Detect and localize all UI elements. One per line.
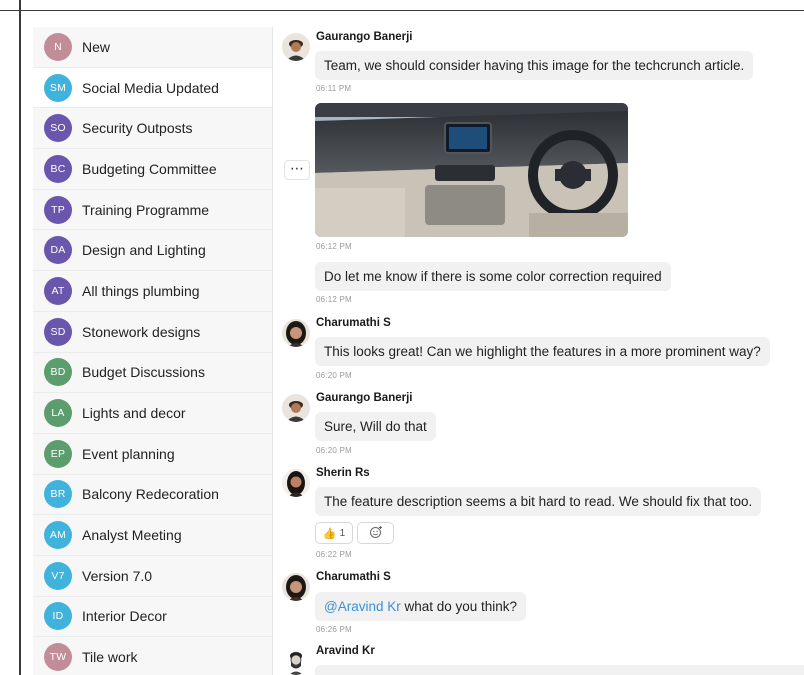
channel-label: Tile work xyxy=(82,649,138,666)
user-avatar[interactable] xyxy=(282,647,310,675)
add-reaction-button[interactable] xyxy=(357,522,394,544)
thumbs-up-icon: 👍 xyxy=(322,527,337,540)
channel-item-security-outposts[interactable]: SO Security Outposts xyxy=(33,108,272,150)
channel-item-training-programme[interactable]: TP Training Programme xyxy=(33,190,272,231)
channel-item-new[interactable]: N New xyxy=(33,27,272,68)
channel-item-stonework-designs[interactable]: SD Stonework designs xyxy=(33,312,272,353)
channel-item-design-and-lighting[interactable]: DA Design and Lighting xyxy=(33,230,272,272)
channel-avatar: TP xyxy=(44,195,72,224)
add-emoji-icon xyxy=(369,525,383,542)
channel-label: Budget Discussions xyxy=(82,364,205,381)
message-time: 06:26 PM xyxy=(316,625,352,634)
channel-label: New xyxy=(82,38,111,55)
window-left-border xyxy=(19,0,21,675)
reaction-count: 1 xyxy=(339,527,346,539)
channel-label: Lights and decor xyxy=(82,405,186,422)
message-time: 06:20 PM xyxy=(316,446,352,455)
sender-name[interactable]: Charumathi S xyxy=(316,317,391,329)
channel-avatar: BR xyxy=(44,480,72,509)
message-thread: Gaurango Banerji Team, we should conside… xyxy=(273,27,804,675)
channel-avatar: TW xyxy=(44,643,72,672)
message-time: 06:11 PM xyxy=(316,84,352,93)
attached-image[interactable] xyxy=(315,103,628,237)
channel-label: Analyst Meeting xyxy=(82,527,182,544)
sender-name[interactable]: Aravind Kr xyxy=(316,645,375,657)
sender-name[interactable]: Charumathi S xyxy=(316,571,391,583)
channel-item-tile-work[interactable]: TW Tile work xyxy=(33,637,272,675)
channel-avatar: SM xyxy=(44,73,72,102)
channel-avatar: V7 xyxy=(44,561,72,590)
channel-label: All things plumbing xyxy=(82,282,200,299)
sender-name[interactable]: Gaurango Banerji xyxy=(316,392,413,404)
user-avatar[interactable] xyxy=(282,319,310,347)
sender-name[interactable]: Gaurango Banerji xyxy=(316,31,413,43)
channel-avatar: SO xyxy=(44,114,72,143)
channel-avatar: AT xyxy=(44,276,72,305)
user-avatar[interactable] xyxy=(282,33,310,61)
channel-avatar: EP xyxy=(44,439,72,468)
channel-list: N New SM Social Media Updated SO Security O… xyxy=(33,27,273,675)
channel-label: Balcony Redecoration xyxy=(82,486,219,503)
channel-avatar: SD xyxy=(44,317,72,346)
channel-item-budget-discussions[interactable]: BD Budget Discussions xyxy=(33,353,272,394)
channel-avatar: N xyxy=(44,32,72,61)
channel-item-event-planning[interactable]: EP Event planning xyxy=(33,434,272,475)
message-bubble[interactable]: The feature description seems a bit hard… xyxy=(315,487,762,516)
channel-avatar: ID xyxy=(44,602,72,631)
user-avatar[interactable] xyxy=(282,573,310,601)
message-bubble[interactable]: @Aravind Kr what do you think? xyxy=(315,592,527,621)
channel-avatar: BC xyxy=(44,154,72,183)
message-text: what do you think? xyxy=(400,599,518,614)
channel-item-balcony-redecoration[interactable]: BR Balcony Redecoration xyxy=(33,475,272,516)
channel-label: Interior Decor xyxy=(82,608,167,625)
message-bubble[interactable]: Sure, Will do that xyxy=(315,412,436,441)
message-bubble[interactable]: Team, we should consider having this ima… xyxy=(315,51,754,80)
more-options-button[interactable]: ⋯ xyxy=(284,160,310,180)
message-time: 06:20 PM xyxy=(316,371,352,380)
channel-label: Security Outposts xyxy=(82,120,193,137)
channel-item-all-things-plumbing[interactable]: AT All things plumbing xyxy=(33,271,272,312)
channel-label: Design and Lighting xyxy=(82,242,206,259)
image-time: 06:12 PM xyxy=(316,242,352,251)
channel-avatar: LA xyxy=(44,399,72,428)
user-mention[interactable]: @Aravind Kr xyxy=(324,599,401,614)
channel-item-version-7[interactable]: V7 Version 7.0 xyxy=(33,556,272,597)
channel-label: Version 7.0 xyxy=(82,567,153,584)
channel-item-interior-decor[interactable]: ID Interior Decor xyxy=(33,597,272,638)
channel-avatar: AM xyxy=(44,521,72,550)
message-bubble[interactable]: This looks great! Can we highlight the f… xyxy=(315,337,770,366)
reaction-thumbs-up[interactable]: 👍 1 xyxy=(315,522,353,544)
channel-item-lights-and-decor[interactable]: LA Lights and decor xyxy=(33,393,272,434)
channel-item-budgeting-committee[interactable]: BC Budgeting Committee xyxy=(33,149,272,190)
channel-label: Budgeting Committee xyxy=(82,160,217,177)
channel-label: Stonework designs xyxy=(82,323,201,340)
message-bubble[interactable] xyxy=(315,665,804,675)
channel-avatar: BD xyxy=(44,358,72,387)
channel-label: Social Media Updated xyxy=(82,79,219,96)
user-avatar[interactable] xyxy=(282,394,310,422)
channel-avatar: DA xyxy=(44,236,72,265)
channel-item-analyst-meeting[interactable]: AM Analyst Meeting xyxy=(33,515,272,556)
message-bubble[interactable]: Do let me know if there is some color co… xyxy=(315,262,671,291)
channel-label: Event planning xyxy=(82,445,175,462)
sender-name[interactable]: Sherin Rs xyxy=(316,467,370,479)
message-time: 06:12 PM xyxy=(316,295,352,304)
window-top-border xyxy=(0,0,804,11)
channel-label: Training Programme xyxy=(82,201,210,218)
channel-item-social-media-updated[interactable]: SM Social Media Updated xyxy=(33,67,272,109)
message-time: 06:22 PM xyxy=(316,550,352,559)
user-avatar[interactable] xyxy=(282,469,310,497)
